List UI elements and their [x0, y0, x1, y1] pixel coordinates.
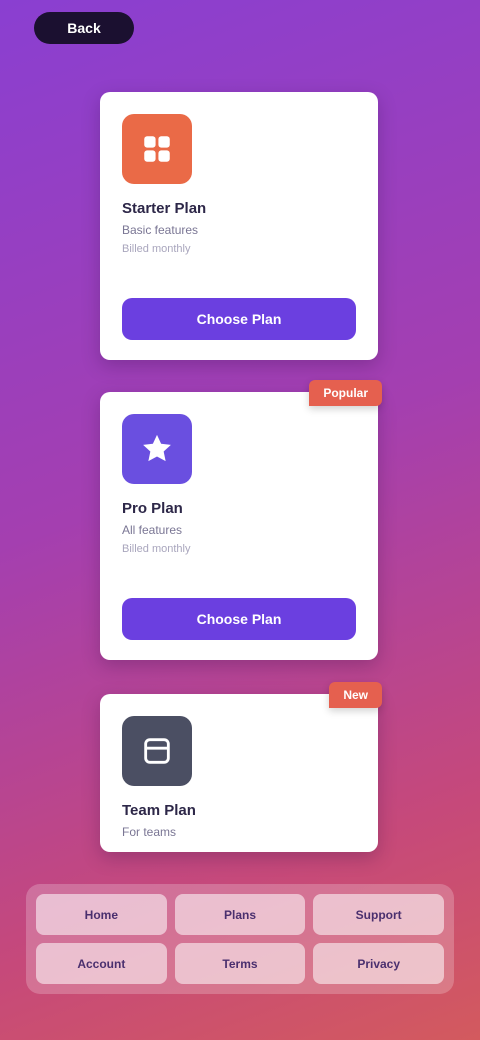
plan-note: Billed monthly [122, 543, 191, 555]
footer-link-home[interactable]: Home [36, 894, 167, 935]
plan-title: Pro Plan [122, 500, 183, 517]
plan-subtitle: All features [122, 523, 183, 537]
footer-link-terms[interactable]: Terms [174, 943, 306, 984]
plan-card-1: Starter Plan Basic features Billed month… [100, 92, 378, 360]
choose-plan-button[interactable]: Choose Plan [122, 298, 356, 340]
plan-note: Billed monthly [122, 243, 191, 255]
popular-badge: Popular [309, 380, 382, 406]
plan-title: Team Plan [122, 802, 196, 819]
footer-link-account[interactable]: Account [36, 943, 167, 984]
footer-links: Home Plans Support Account Terms Privacy [26, 884, 454, 994]
footer-link-plans[interactable]: Plans [174, 894, 306, 935]
choose-plan-button[interactable]: Choose Plan [122, 598, 356, 640]
plan-card-3: New Team Plan For teams [100, 682, 382, 852]
plan-subtitle: For teams [122, 825, 177, 839]
footer-link-privacy[interactable]: Privacy [313, 943, 444, 984]
plan-card-2: Popular Pro Plan All features Billed mon… [100, 380, 382, 660]
new-badge: New [329, 682, 382, 708]
box-app-icon [122, 716, 192, 786]
star-app-icon [122, 414, 192, 484]
grid-app-icon [122, 114, 192, 184]
plan-subtitle: Basic features [122, 223, 199, 237]
back-pill[interactable]: Back [34, 12, 134, 44]
plan-title: Starter Plan [122, 200, 207, 217]
footer-link-support[interactable]: Support [313, 894, 444, 935]
